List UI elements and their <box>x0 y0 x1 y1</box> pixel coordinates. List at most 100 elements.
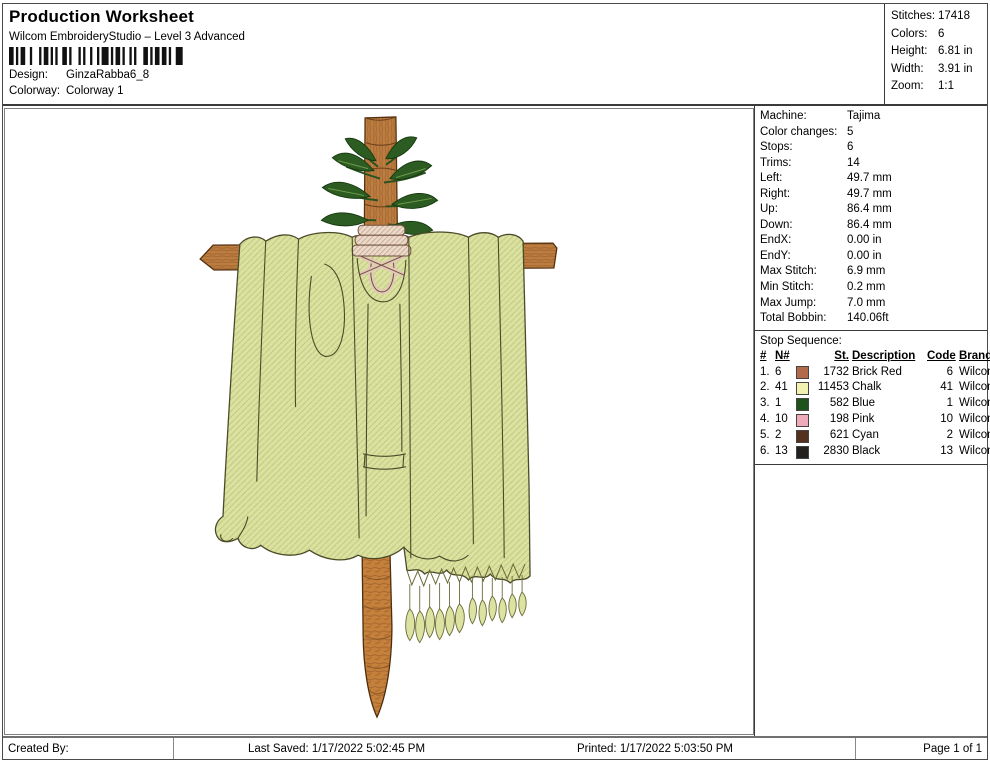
thread-code: 2 <box>927 428 956 444</box>
thread-code: 41 <box>927 380 956 396</box>
thread-code: 10 <box>927 412 956 428</box>
stat-value: 6.81 in <box>938 43 973 61</box>
thread-color-cell <box>796 366 813 379</box>
thread-code: 6 <box>927 365 956 381</box>
machine-info-row: Up: 86.4 mm <box>760 202 987 218</box>
stat-value: 17418 <box>938 8 970 26</box>
machine-info-row: Left: 49.7 mm <box>760 171 987 187</box>
machine-info-label: Total Bobbin: <box>760 311 847 327</box>
design-label: Design: <box>9 69 66 81</box>
thread-color-cell <box>796 414 813 427</box>
stop-sequence-header: # N# St. Description Code Brand <box>760 349 987 365</box>
machine-info-label: Right: <box>760 187 847 203</box>
stop-sequence-row: 6. 13 2830 Black 13 Wilcom <box>760 444 987 460</box>
stop-sequence-row: 5. 2 621 Cyan 2 Wilcom <box>760 428 987 444</box>
thread-color-swatch <box>796 414 809 427</box>
thread-color-swatch <box>796 398 809 411</box>
stop-sequence-section: Stop Sequence: # N# St. Description Code… <box>755 330 987 465</box>
stop-sequence-row: 4. 10 198 Pink 10 Wilcom <box>760 412 987 428</box>
machine-info-label: Min Stitch: <box>760 280 847 296</box>
thread-color-cell <box>796 446 813 459</box>
machine-info-label: Stops: <box>760 140 847 156</box>
machine-info-label: Left: <box>760 171 847 187</box>
stat-value: 3.91 in <box>938 61 973 79</box>
thread-brand: Wilcom <box>956 380 990 396</box>
machine-info-value: 49.7 mm <box>847 171 892 187</box>
design-stats-box: Stitches: 17418 Colors: 6 Height: 6.81 i… <box>884 4 987 104</box>
thread-description: Pink <box>852 412 927 428</box>
main-row: Machine: Tajima Color changes: 5 Stops: … <box>3 106 987 736</box>
machine-info-value: 86.4 mm <box>847 218 892 234</box>
thread-description: Chalk <box>852 380 927 396</box>
stat-row: Height: 6.81 in <box>891 43 987 61</box>
thread-brand: Wilcom <box>956 428 990 444</box>
thread-color-swatch <box>796 430 809 443</box>
stat-label: Height: <box>891 43 938 61</box>
machine-info-label: Color changes: <box>760 125 847 141</box>
machine-info-value: 5 <box>847 125 853 141</box>
thread-brand: Wilcom <box>956 365 990 381</box>
thread-number: 2 <box>775 428 796 444</box>
machine-info-value: Tajima <box>847 109 880 125</box>
stake <box>362 550 392 717</box>
col-header-brand: Brand <box>956 349 990 365</box>
thread-description: Brick Red <box>852 365 927 381</box>
machine-info-value: 0.00 in <box>847 233 882 249</box>
stat-row: Colors: 6 <box>891 26 987 44</box>
stat-row: Stitches: 17418 <box>891 8 987 26</box>
col-header-n: N# <box>775 349 796 365</box>
machine-info-value: 49.7 mm <box>847 187 892 203</box>
machine-info-list: Machine: Tajima Color changes: 5 Stops: … <box>755 106 987 330</box>
thread-color-cell <box>796 430 813 443</box>
thread-number: 10 <box>775 412 796 428</box>
col-header-description: Description <box>852 349 927 365</box>
thread-color-swatch <box>796 382 809 395</box>
embroidery-design-image <box>5 109 753 734</box>
colorway-value: Colorway 1 <box>66 85 124 97</box>
stop-num: 1. <box>760 365 775 381</box>
thread-brand: Wilcom <box>956 444 990 460</box>
barcode-image <box>9 47 185 65</box>
machine-info-label: EndY: <box>760 249 847 265</box>
machine-info-row: Down: 86.4 mm <box>760 218 987 234</box>
machine-info-value: 14 <box>847 156 860 172</box>
thread-color-swatch <box>796 446 809 459</box>
colorway-label: Colorway: <box>9 85 66 97</box>
col-header-st: St. <box>813 349 852 365</box>
printed-text: Printed: 1/17/2022 5:03:50 PM <box>499 738 811 759</box>
col-header-num: # <box>760 349 775 365</box>
thread-number: 1 <box>775 396 796 412</box>
software-name: Wilcom EmbroideryStudio – Level 3 Advanc… <box>9 31 878 43</box>
header: Production Worksheet Wilcom EmbroiderySt… <box>3 4 987 106</box>
production-worksheet-page: Production Worksheet Wilcom EmbroiderySt… <box>2 3 988 760</box>
machine-info-value: 6 <box>847 140 853 156</box>
stat-label: Width: <box>891 61 938 79</box>
thread-brand: Wilcom <box>956 396 990 412</box>
thread-color-cell <box>796 398 813 411</box>
stat-label: Colors: <box>891 26 938 44</box>
stat-label: Stitches: <box>891 8 938 26</box>
thread-number: 6 <box>775 365 796 381</box>
created-by-label: Created By: <box>3 738 174 759</box>
thread-code: 13 <box>927 444 956 460</box>
machine-info-value: 0.2 mm <box>847 280 885 296</box>
machine-info-row: Stops: 6 <box>760 140 987 156</box>
page-number: Page 1 of 1 <box>855 738 987 759</box>
thread-brand: Wilcom <box>956 412 990 428</box>
thread-number: 13 <box>775 444 796 460</box>
machine-info-row: Machine: Tajima <box>760 109 987 125</box>
stop-sequence-title: Stop Sequence: <box>760 333 987 349</box>
machine-info-row: Color changes: 5 <box>760 125 987 141</box>
stop-sequence-row: 2. 41 11453 Chalk 41 Wilcom <box>760 380 987 396</box>
stop-num: 4. <box>760 412 775 428</box>
page-title: Production Worksheet <box>9 7 878 27</box>
machine-info-row: Max Stitch: 6.9 mm <box>760 264 987 280</box>
stop-sequence-row: 3. 1 582 Blue 1 Wilcom <box>760 396 987 412</box>
stop-sequence-rows: 1. 6 1732 Brick Red 6 Wilcom 2. 41 <box>760 365 987 460</box>
header-left: Production Worksheet Wilcom EmbroiderySt… <box>3 4 884 104</box>
machine-info-row: Trims: 14 <box>760 156 987 172</box>
machine-info-label: Trims: <box>760 156 847 172</box>
machine-info-row: EndY: 0.00 in <box>760 249 987 265</box>
stat-value: 1:1 <box>938 78 954 96</box>
thread-color-cell <box>796 382 813 395</box>
